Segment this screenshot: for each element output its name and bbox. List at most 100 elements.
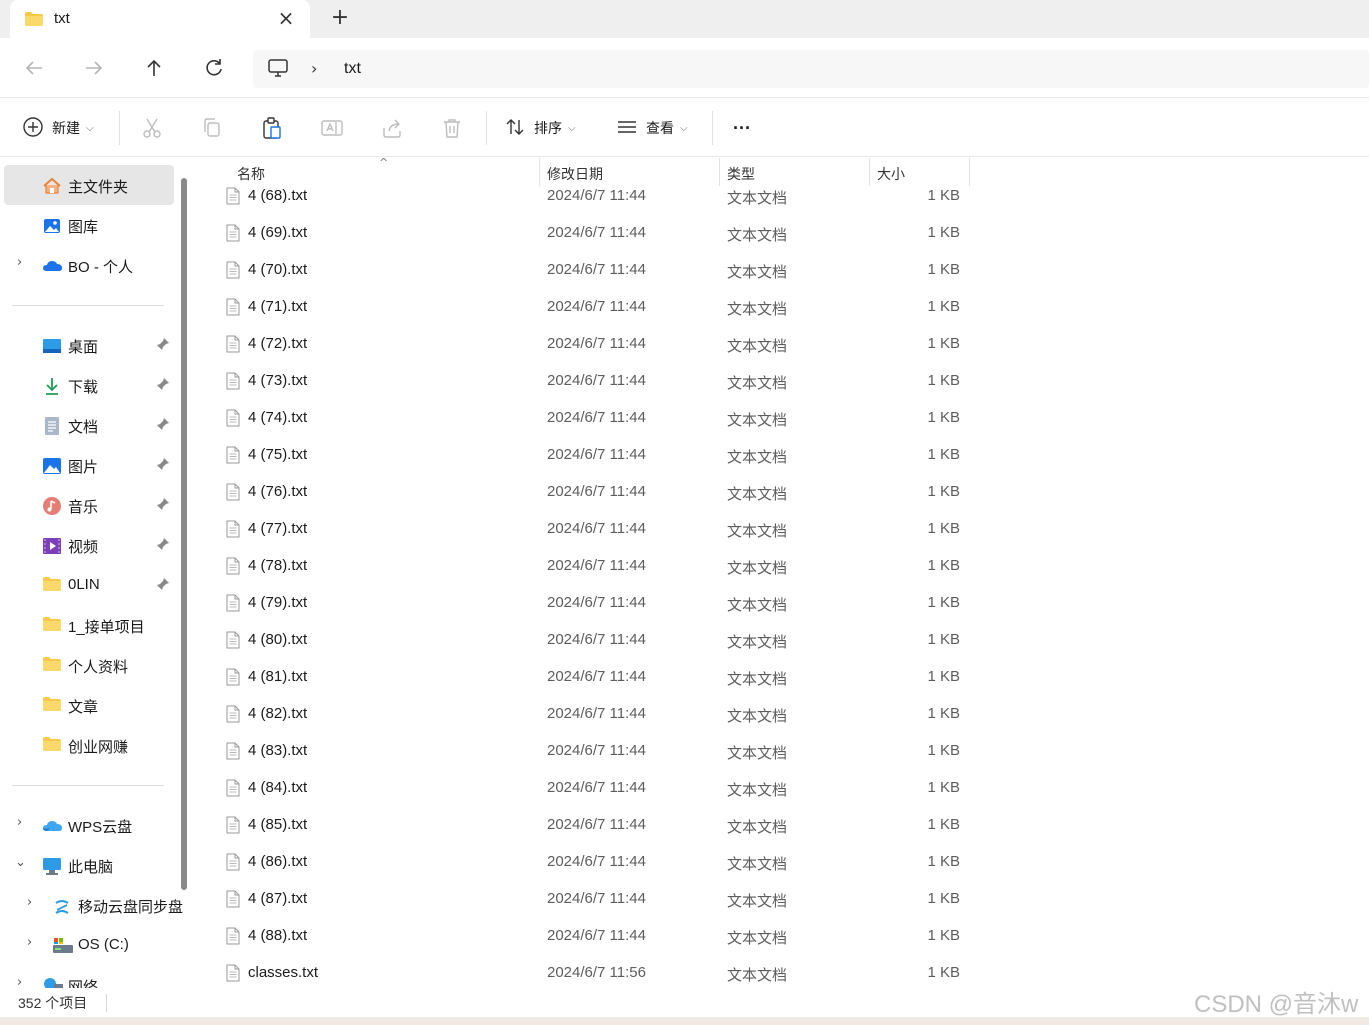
sidebar-item-documents[interactable]: 文档 — [0, 405, 176, 445]
file-row[interactable]: 4 (71).txt 2024/6/7 11:44 文本文档 1 KB — [196, 288, 976, 325]
file-row[interactable]: 4 (86).txt 2024/6/7 11:44 文本文档 1 KB — [196, 843, 976, 880]
sidebar-item-label: BO - 个人 — [68, 259, 134, 276]
pin-icon[interactable] — [156, 377, 170, 391]
file-row[interactable]: 4 (83).txt 2024/6/7 11:44 文本文档 1 KB — [196, 732, 976, 769]
expand-chevron-icon[interactable]: › — [17, 815, 22, 830]
sidebar-item-mobile-cloud[interactable]: › 移动云盘同步盘 — [0, 885, 190, 925]
expand-chevron-icon[interactable]: › — [27, 935, 32, 950]
file-row[interactable]: 4 (85).txt 2024/6/7 11:44 文本文档 1 KB — [196, 806, 976, 843]
sidebar-item-videos[interactable]: 视频 — [0, 525, 176, 565]
cut-icon[interactable] — [140, 116, 164, 140]
text-file-icon — [226, 372, 240, 390]
file-row[interactable]: 4 (78).txt 2024/6/7 11:44 文本文档 1 KB — [196, 547, 976, 584]
file-type: 文本文档 — [727, 338, 788, 355]
rename-icon[interactable] — [320, 116, 344, 140]
file-row[interactable]: 4 (87).txt 2024/6/7 11:44 文本文档 1 KB — [196, 880, 976, 917]
new-tab-button[interactable]: + — [328, 6, 352, 30]
sidebar-item-startup[interactable]: 创业网赚 — [0, 725, 176, 765]
sidebar-item-label: 网络 — [68, 979, 99, 988]
expand-chevron-icon[interactable]: › — [17, 975, 22, 988]
file-row[interactable]: 4 (70).txt 2024/6/7 11:44 文本文档 1 KB — [196, 251, 976, 288]
sidebar-item-projects[interactable]: 1_接单项目 — [0, 605, 176, 645]
sidebar-item-downloads[interactable]: 下载 — [0, 365, 176, 405]
file-row[interactable]: 4 (88).txt 2024/6/7 11:44 文本文档 1 KB — [196, 917, 976, 954]
file-name: 4 (80).txt — [248, 631, 308, 648]
sidebar-item-wps-cloud[interactable]: › WPS云盘 — [0, 805, 176, 845]
folder-icon — [42, 696, 62, 716]
sidebar-item-desktop[interactable]: 桌面 — [0, 325, 176, 365]
file-row[interactable]: 4 (80).txt 2024/6/7 11:44 文本文档 1 KB — [196, 621, 976, 658]
file-type: 文本文档 — [727, 819, 788, 836]
up-arrow-icon[interactable] — [140, 54, 168, 82]
text-file-icon — [226, 890, 240, 908]
file-row[interactable]: 4 (76).txt 2024/6/7 11:44 文本文档 1 KB — [196, 473, 976, 510]
file-row[interactable]: 4 (75).txt 2024/6/7 11:44 文本文档 1 KB — [196, 436, 976, 473]
file-type: 文本文档 — [727, 782, 788, 799]
paste-icon[interactable] — [260, 116, 284, 140]
file-row[interactable]: 4 (81).txt 2024/6/7 11:44 文本文档 1 KB — [196, 658, 976, 695]
file-name: 4 (72).txt — [248, 335, 308, 352]
sidebar-item-os-drive[interactable]: › OS (C:) — [0, 925, 176, 965]
more-options-button[interactable]: ··· — [733, 115, 751, 141]
view-button[interactable]: 查看 ⌵ — [616, 115, 688, 141]
file-size: 1 KB — [927, 853, 960, 870]
copy-icon[interactable] — [200, 116, 224, 140]
refresh-icon[interactable] — [200, 54, 228, 82]
sidebar-item-onedrive[interactable]: › BO - 个人 — [0, 245, 176, 285]
collapse-chevron-icon[interactable]: ⌄ — [15, 855, 26, 870]
file-row[interactable]: 4 (69).txt 2024/6/7 11:44 文本文档 1 KB — [196, 214, 976, 251]
this-pc-icon[interactable] — [267, 58, 289, 83]
sidebar-item-personal[interactable]: 个人资料 — [0, 645, 176, 685]
sidebar-item-label: 文章 — [68, 699, 99, 716]
file-row[interactable]: 4 (68).txt 2024/6/7 11:44 文本文档 1 KB — [196, 177, 976, 214]
pin-icon[interactable] — [156, 497, 170, 511]
sidebar-item-music[interactable]: 音乐 — [0, 485, 176, 525]
sidebar-item-articles[interactable]: 文章 — [0, 685, 176, 725]
close-tab-icon[interactable]: × — [275, 7, 297, 29]
expand-chevron-icon[interactable]: › — [17, 255, 22, 270]
address-bar[interactable]: › txt — [253, 50, 1369, 88]
sidebar-item-network[interactable]: › 网络 — [0, 965, 176, 988]
share-icon[interactable] — [380, 116, 404, 140]
file-type: 文本文档 — [727, 560, 788, 577]
expand-chevron-icon[interactable]: › — [27, 895, 32, 910]
file-row[interactable]: 4 (74).txt 2024/6/7 11:44 文本文档 1 KB — [196, 399, 976, 436]
file-row[interactable]: 4 (77).txt 2024/6/7 11:44 文本文档 1 KB — [196, 510, 976, 547]
sidebar-item-label: 主文件夹 — [68, 179, 129, 196]
sidebar-item-gallery[interactable]: 图库 — [0, 205, 176, 245]
sidebar-item-this-pc[interactable]: ⌄ 此电脑 — [0, 845, 176, 885]
file-type: 文本文档 — [727, 893, 788, 910]
pin-icon[interactable] — [156, 537, 170, 551]
file-name: 4 (76).txt — [248, 483, 308, 500]
pin-icon[interactable] — [156, 457, 170, 471]
network-icon — [42, 976, 63, 988]
home-icon — [42, 176, 62, 196]
breadcrumb-current[interactable]: txt — [344, 60, 361, 78]
gallery-icon — [42, 216, 62, 236]
file-row[interactable]: 4 (84).txt 2024/6/7 11:44 文本文档 1 KB — [196, 769, 976, 806]
sidebar-scrollbar[interactable] — [181, 178, 187, 890]
file-row[interactable]: 4 (72).txt 2024/6/7 11:44 文本文档 1 KB — [196, 325, 976, 362]
pin-icon[interactable] — [156, 577, 170, 591]
text-file-icon — [226, 816, 240, 834]
back-arrow-icon[interactable] — [20, 54, 48, 82]
file-name: 4 (82).txt — [248, 705, 308, 722]
tab-txt[interactable]: txt × — [10, 0, 310, 38]
file-row[interactable]: 4 (79).txt 2024/6/7 11:44 文本文档 1 KB — [196, 584, 976, 621]
file-row[interactable]: classes.txt 2024/6/7 11:56 文本文档 1 KB — [196, 954, 976, 988]
text-file-icon — [226, 483, 240, 501]
status-divider — [106, 994, 107, 1012]
wps-cloud-icon — [42, 816, 62, 836]
forward-arrow-icon[interactable] — [80, 54, 108, 82]
pin-icon[interactable] — [156, 417, 170, 431]
sidebar-item-pictures[interactable]: 图片 — [0, 445, 176, 485]
delete-icon[interactable] — [440, 116, 464, 140]
file-row[interactable]: 4 (82).txt 2024/6/7 11:44 文本文档 1 KB — [196, 695, 976, 732]
sidebar-item-home[interactable]: 主文件夹 — [0, 165, 176, 205]
file-row[interactable]: 4 (73).txt 2024/6/7 11:44 文本文档 1 KB — [196, 362, 976, 399]
new-button[interactable]: 新建 ⌵ — [22, 115, 94, 141]
pin-icon[interactable] — [156, 337, 170, 351]
breadcrumb-chevron-icon[interactable]: › — [311, 59, 317, 78]
sidebar-item-0lin[interactable]: 0LIN — [0, 565, 176, 605]
sort-button[interactable]: 排序 ⌵ — [504, 115, 576, 141]
